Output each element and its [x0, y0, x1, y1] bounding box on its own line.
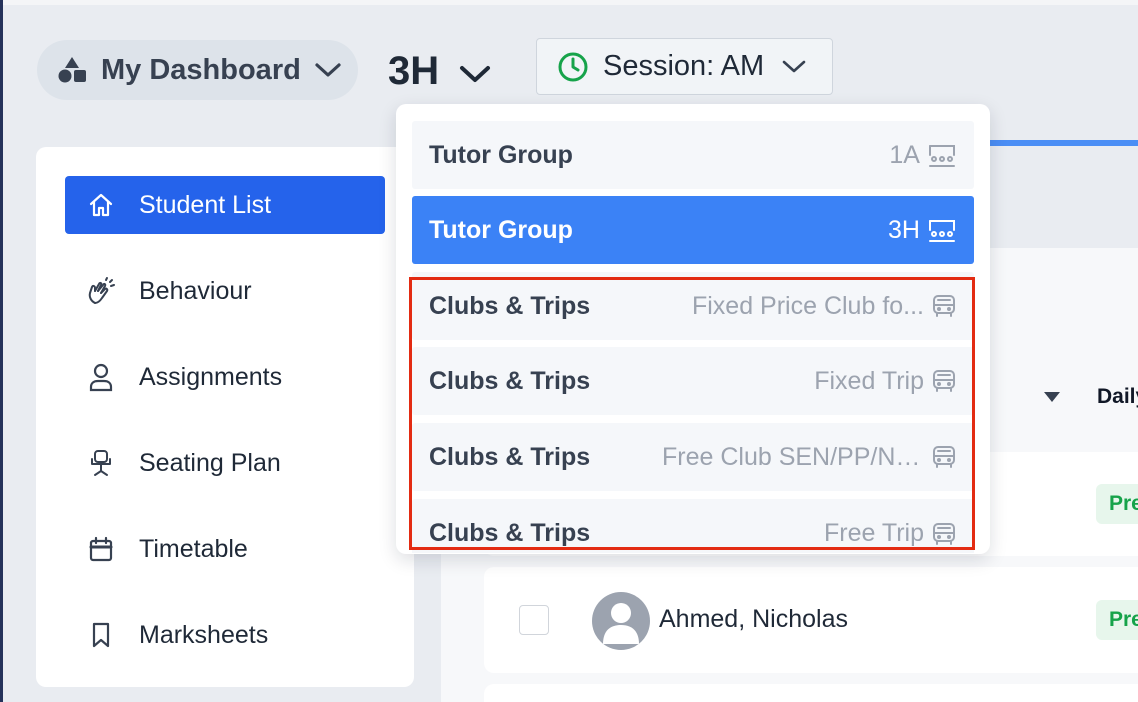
classroom-icon: [926, 217, 958, 243]
sidebar-item-label: Assignments: [139, 362, 283, 391]
clapping-hands-icon: [85, 276, 117, 306]
current-group-label: 3H: [388, 48, 440, 93]
dropdown-item-clubs-trips[interactable]: Clubs & Trips Fixed Price Club fo...: [412, 272, 974, 340]
group-dropdown-menu: Tutor Group 1A Tutor Group 3H Clubs & Tr…: [396, 104, 990, 554]
item-value-label: Free Trip: [823, 519, 924, 547]
seat-icon: [85, 448, 117, 478]
dropdown-item-clubs-trips[interactable]: Clubs & Trips Fixed Trip: [412, 347, 974, 415]
row-checkbox[interactable]: [519, 605, 549, 635]
chevron-down-icon: [782, 60, 806, 74]
chevron-down-icon: [315, 62, 341, 78]
sidebar-item-label: Behaviour: [139, 276, 252, 305]
student-name[interactable]: Ahmed, Nicholas: [659, 605, 848, 634]
group-selector[interactable]: 3H: [388, 45, 491, 97]
sidebar-item-seating-plan[interactable]: Seating Plan: [65, 434, 385, 492]
dropdown-item-clubs-trips[interactable]: Clubs & Trips Free Trip: [412, 499, 974, 553]
item-type-label: Clubs & Trips: [429, 291, 591, 320]
sidebar-item-marksheets[interactable]: Marksheets: [65, 606, 385, 664]
item-value-label: 1A: [889, 140, 920, 169]
sidebar-item-student-list[interactable]: Student List: [65, 176, 385, 234]
sidebar-item-label: Seating Plan: [139, 448, 281, 477]
sort-caret-icon[interactable]: [1043, 391, 1061, 403]
home-icon: [85, 191, 117, 219]
avatar: [592, 592, 650, 650]
item-value-label: 3H: [888, 215, 920, 244]
bookmark-icon: [85, 621, 117, 649]
classroom-icon: [926, 142, 958, 168]
bus-icon: [930, 521, 958, 547]
item-value-label: Free Club SEN/PP/No...: [662, 442, 924, 471]
bus-icon: [930, 293, 958, 319]
session-label: Session: AM: [603, 50, 765, 82]
sidebar-item-label: Marksheets: [139, 620, 269, 649]
window-left-edge: [0, 0, 3, 702]
sidebar-item-behaviour[interactable]: Behaviour: [65, 262, 385, 320]
sidebar-item-label: Student List: [139, 190, 272, 219]
dropdown-item-tutor-group-1a[interactable]: Tutor Group 1A: [412, 121, 974, 189]
clock-icon: [557, 51, 589, 83]
top-strip: [3, 0, 1138, 5]
item-value-label: Fixed Price Club fo...: [691, 291, 924, 320]
sidebar: Student List Behaviour Assignments Seati…: [36, 147, 414, 687]
shapes-icon: [57, 56, 87, 84]
item-type-label: Clubs & Trips: [429, 442, 591, 471]
sidebar-item-timetable[interactable]: Timetable: [65, 520, 385, 578]
chevron-down-icon: [459, 64, 491, 84]
dropdown-item-tutor-group-3h[interactable]: Tutor Group 3H: [412, 196, 974, 264]
table-row[interactable]: [484, 684, 1138, 702]
bus-icon: [930, 444, 958, 470]
calendar-icon: [85, 535, 117, 563]
sidebar-item-label: Timetable: [139, 534, 248, 563]
active-tab-indicator: [985, 140, 1138, 146]
bus-icon: [930, 368, 958, 394]
item-type-label: Tutor Group: [429, 140, 573, 169]
session-selector[interactable]: Session: AM: [536, 38, 833, 95]
item-type-label: Clubs & Trips: [429, 519, 591, 547]
dropdown-item-clubs-trips[interactable]: Clubs & Trips Free Club SEN/PP/No...: [412, 423, 974, 491]
item-value-label: Fixed Trip: [814, 366, 924, 395]
item-type-label: Clubs & Trips: [429, 366, 591, 395]
status-badge: Present: [1096, 484, 1138, 524]
item-type-label: Tutor Group: [429, 215, 573, 244]
dashboard-label: My Dashboard: [101, 53, 301, 86]
my-dashboard-button[interactable]: My Dashboard: [37, 40, 358, 100]
sidebar-item-assignments[interactable]: Assignments: [65, 348, 385, 406]
column-header-daily[interactable]: Daily: [1097, 385, 1138, 409]
user-icon: [85, 362, 117, 392]
status-badge: Present: [1096, 600, 1138, 640]
